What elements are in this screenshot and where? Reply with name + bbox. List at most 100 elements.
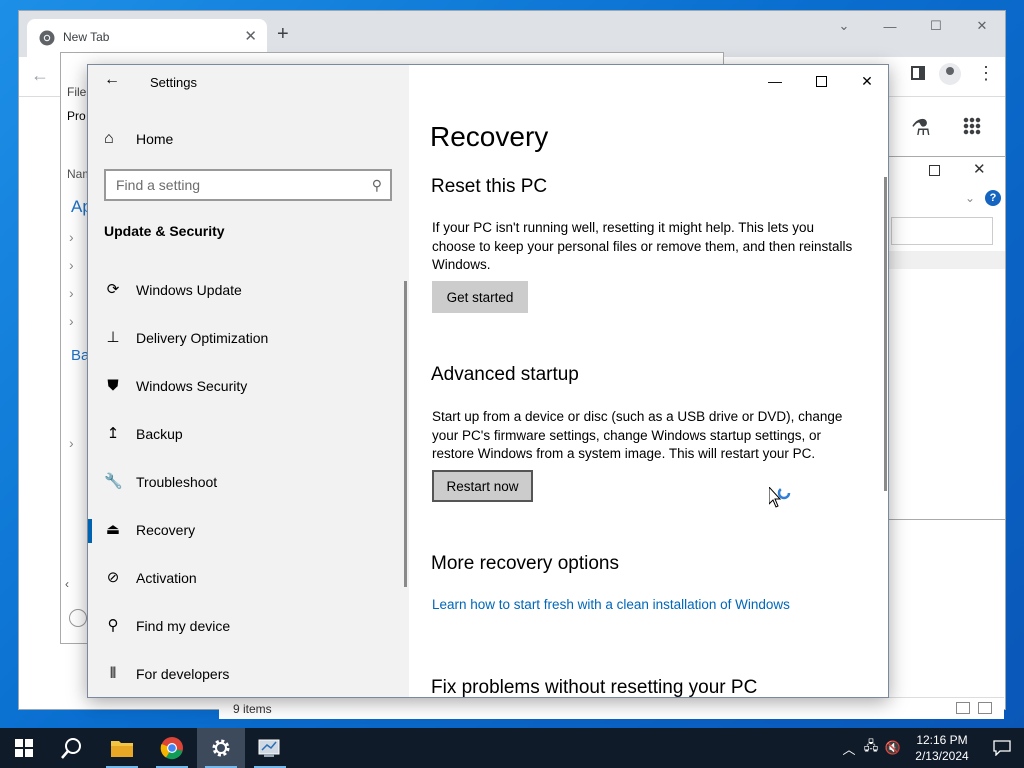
chrome-icon — [160, 737, 183, 760]
explorer-status-bar: 9 items — [219, 697, 1004, 719]
advanced-startup-heading: Advanced startup — [431, 364, 579, 385]
control-panel-icon — [258, 739, 280, 757]
system-tray: ︿ 🖧 🔇 12:16 PM 2/13/2024 — [838, 728, 1024, 768]
recovery-icon: ⏏ — [105, 521, 121, 538]
search-box[interactable]: Find a setting ⚲ — [104, 169, 392, 201]
background-dialog-maximize-icon[interactable] — [929, 165, 940, 176]
taskbar-control-panel[interactable] — [246, 728, 294, 768]
chevron-down-icon[interactable]: ⌄ — [965, 191, 975, 205]
nav-item-find-my-device[interactable]: ⚲ Find my device — [88, 603, 409, 651]
nav-item-windows-security[interactable]: ⛊ Windows Security — [88, 363, 409, 411]
nav-item-label: Recovery — [136, 522, 196, 538]
item-count: 9 items — [233, 702, 272, 716]
upload-arrow-icon: ↥ — [106, 425, 120, 442]
chrome-tab-title: New Tab — [63, 30, 110, 44]
more-recovery-heading: More recovery options — [431, 553, 619, 574]
page-title: Recovery — [430, 121, 549, 152]
advanced-startup-description: Start up from a device or disc (such as … — [432, 409, 843, 461]
chrome-tab-search-icon[interactable]: ⌄ — [821, 11, 867, 41]
chrome-maximize-button[interactable]: ☐ — [913, 11, 959, 41]
nav-item-recovery[interactable]: ⏏ Recovery — [88, 507, 409, 555]
chrome-menu-icon[interactable]: ⋮ — [977, 61, 995, 85]
chrome-labs-icon[interactable]: ⚗ — [911, 115, 931, 141]
minimize-button[interactable]: — — [752, 65, 798, 97]
details-view-icon[interactable] — [956, 702, 970, 714]
reset-heading: Reset this PC — [431, 176, 548, 197]
settings-content-pane: — ✕ Recovery Reset this PC If your PC is… — [409, 65, 888, 697]
search-input[interactable]: Find a setting — [116, 177, 200, 193]
content-scrollbar[interactable] — [884, 177, 887, 491]
explorer-expand-chevron-icon[interactable]: › — [69, 285, 74, 301]
search-icon — [61, 738, 81, 759]
chrome-back-icon[interactable]: ← — [31, 65, 49, 86]
background-dialog-band — [887, 251, 1005, 269]
chrome-minimize-button[interactable]: — — [867, 11, 913, 41]
tray-overflow-chevron-icon[interactable]: ︿ — [838, 739, 860, 758]
nav-item-windows-update[interactable]: ⟳ Windows Update — [88, 267, 409, 315]
nav-item-backup[interactable]: ↥ Backup — [88, 411, 409, 459]
explorer-expand-chevron-icon[interactable]: › — [69, 257, 74, 273]
nav-item-delivery-optimization[interactable]: ⊥ Delivery Optimization — [88, 315, 409, 363]
nav-item-label: Windows Update — [136, 282, 242, 298]
reset-description: If your PC isn't running well, resetting… — [432, 220, 853, 272]
refresh-icon: ⟳ — [106, 281, 120, 298]
background-dialog-caption: ✕ — [887, 157, 1005, 185]
search-icon[interactable]: ⚲ — [372, 177, 382, 194]
app-title: Settings — [150, 75, 197, 90]
clock[interactable]: 12:16 PM 2/13/2024 — [904, 732, 980, 764]
notification-center-button[interactable] — [980, 740, 1024, 756]
nav-item-label: Delivery Optimization — [136, 330, 269, 346]
clock-time: 12:16 PM — [916, 733, 968, 747]
delivery-optimization-icon: ⊥ — [106, 329, 120, 346]
explorer-expand-chevron-icon[interactable]: › — [69, 229, 74, 245]
nav-item-troubleshoot[interactable]: 🔧 Troubleshoot — [88, 459, 409, 507]
home-icon: ⌂ — [104, 130, 114, 147]
chrome-tab-close-icon[interactable]: ✕ — [244, 27, 257, 45]
chrome-side-panel-icon[interactable] — [911, 66, 925, 80]
taskbar: ︿ 🖧 🔇 12:16 PM 2/13/2024 — [0, 728, 1024, 768]
search-taskbar-button[interactable] — [48, 728, 96, 768]
nav-item-label: Windows Security — [136, 378, 248, 394]
explorer-expand-chevron-icon[interactable]: › — [69, 435, 74, 451]
nav-item-label: Activation — [136, 570, 197, 586]
start-button[interactable] — [0, 728, 48, 768]
close-button[interactable]: ✕ — [844, 65, 888, 97]
developer-tools-icon: ⫴ — [109, 665, 117, 682]
explorer-circle-icon[interactable] — [69, 609, 87, 627]
volume-muted-icon[interactable]: 🔇 — [882, 740, 904, 756]
background-dialog-close-icon[interactable]: ✕ — [973, 160, 986, 178]
mouse-cursor-busy-icon — [769, 487, 791, 508]
taskbar-chrome[interactable] — [148, 728, 196, 768]
shield-icon: ⛊ — [107, 377, 119, 394]
back-arrow-icon[interactable]: ← — [104, 71, 120, 89]
chrome-caption-buttons: ⌄ — ☐ ✕ — [821, 11, 1005, 43]
chrome-close-button[interactable]: ✕ — [959, 11, 1005, 41]
chrome-profile-icon[interactable] — [939, 63, 961, 85]
network-icon[interactable]: 🖧 — [860, 737, 882, 759]
background-dialog-input[interactable] — [891, 217, 993, 245]
chrome-apps-icon[interactable] — [963, 117, 981, 135]
taskbar-settings[interactable] — [197, 728, 245, 768]
restart-now-button[interactable]: Restart now — [432, 470, 533, 502]
settings-nav-pane: ← Settings ⌂ Home Find a setting ⚲ Updat… — [88, 65, 409, 697]
gear-icon — [212, 739, 230, 757]
nav-home[interactable]: ⌂ Home — [104, 127, 173, 151]
large-icons-view-icon[interactable] — [978, 702, 992, 714]
maximize-button[interactable] — [798, 65, 844, 97]
chrome-tab-strip: New Tab ✕ + ⌄ — ☐ ✕ — [19, 11, 1005, 57]
nav-section-heading: Update & Security — [104, 223, 225, 239]
nav-item-label: Find my device — [136, 618, 231, 634]
selection-indicator — [88, 519, 92, 543]
chrome-new-tab-button[interactable]: + — [277, 24, 289, 44]
explorer-expand-chevron-icon[interactable]: › — [69, 313, 74, 329]
taskbar-file-explorer[interactable] — [98, 728, 146, 768]
explorer-file-menu[interactable]: File — [67, 85, 86, 99]
nav-scrollbar[interactable] — [404, 281, 407, 587]
clean-install-link[interactable]: Learn how to start fresh with a clean in… — [432, 597, 790, 612]
nav-item-label: Backup — [136, 426, 183, 442]
get-started-button[interactable]: Get started — [432, 281, 528, 313]
clock-date: 2/13/2024 — [915, 749, 969, 763]
nav-item-activation[interactable]: ⊘ Activation — [88, 555, 409, 603]
nav-item-for-developers[interactable]: ⫴ For developers — [88, 651, 409, 697]
help-icon[interactable]: ? — [985, 190, 1001, 206]
